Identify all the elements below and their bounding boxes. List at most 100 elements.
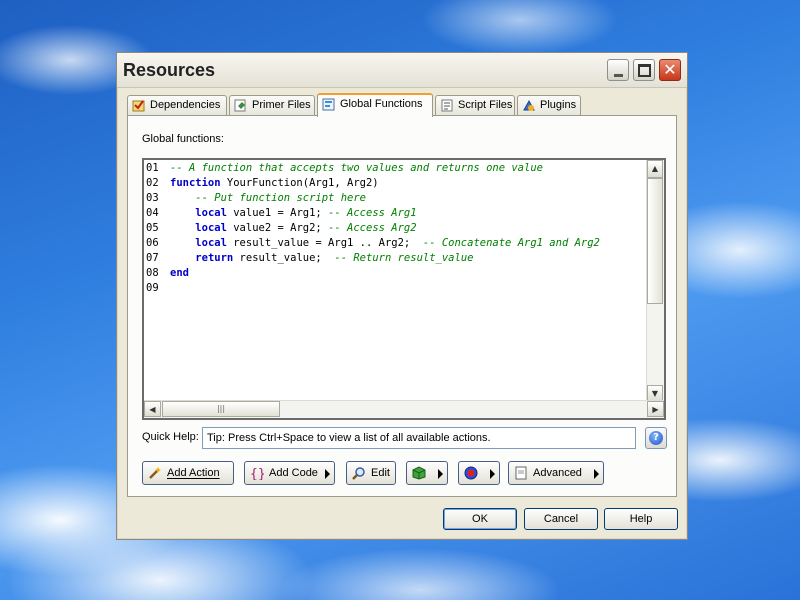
tab-label: Primer Files [252,99,311,111]
code-line: 06 local result_value = Arg1 .. Arg2; --… [146,236,642,251]
code-line: 09 [146,281,642,296]
code-line: 07 return result_value; -- Return result… [146,251,642,266]
code-line: 04 local value1 = Arg1; -- Access Arg1 [146,206,642,221]
global-functions-icon [322,98,335,111]
code-keyword: local [195,237,227,249]
line-number: 02 [146,177,159,189]
vertical-scrollbar[interactable]: ▲ ▼ [646,160,664,402]
tab-dependencies[interactable]: Dependencies [127,95,227,115]
quick-help-button[interactable]: ? [645,427,667,449]
arrow-up-icon: ▲ [651,164,659,173]
code-comment: -- Access Arg1 [328,207,417,219]
tab-primer-files[interactable]: Primer Files [229,95,315,115]
horizontal-scroll-thumb[interactable]: ||| [162,401,280,417]
code-comment: -- Concatenate Arg1 and Arg2 [422,237,600,249]
code-comment: -- Access Arg2 [328,222,417,234]
record-menu-button[interactable] [458,461,500,485]
tab-label: Script Files [458,99,513,111]
green-book-icon [412,466,426,480]
dropdown-arrow-icon [594,469,599,479]
plugins-icon [523,99,535,111]
quick-help-field: Tip: Press Ctrl+Space to view a list of … [202,427,636,449]
dropdown-arrow-icon [438,469,443,479]
code-line: 08 end [146,266,642,281]
ok-button[interactable]: OK [443,508,517,530]
magic-wand-icon [149,467,161,479]
edit-label: Edit [371,467,390,479]
document-icon [515,466,527,480]
code-comment: -- Return result_value [334,252,474,264]
line-number: 04 [146,207,159,219]
arrow-right-icon: ▶ [652,405,659,414]
code-comment: -- A function that accepts two values an… [170,162,543,174]
scroll-up-button[interactable]: ▲ [647,160,663,178]
resources-window: Resources ✕ Dependencies Primer Files Gl… [116,52,688,540]
edit-button[interactable]: Edit [346,461,396,485]
code-line: 01 -- A function that accepts two values … [146,161,642,176]
close-icon: ✕ [663,60,677,79]
line-number: 08 [146,267,159,279]
line-number: 09 [146,282,159,294]
line-number: 03 [146,192,159,204]
line-number: 05 [146,222,159,234]
advanced-button[interactable]: Advanced [508,461,604,485]
tab-label: Global Functions [340,98,423,110]
tab-global-functions[interactable]: Global Functions [317,93,433,117]
code-line: 03 -- Put function script here [146,191,642,206]
line-number: 06 [146,237,159,249]
scroll-right-button[interactable]: ▶ [647,401,664,417]
tab-label: Plugins [540,99,577,111]
code-text-area[interactable]: 01 -- A function that accepts two values … [146,161,642,401]
code-keyword: function [170,177,221,189]
arrow-down-icon: ▼ [651,389,659,398]
cancel-button[interactable]: Cancel [524,508,598,530]
help-button[interactable]: Help [604,508,678,530]
code-line: 05 local value2 = Arg2; -- Access Arg2 [146,221,642,236]
grip-icon: ||| [216,404,226,413]
code-keyword: local [195,207,227,219]
svg-text:{}: {} [250,467,264,480]
line-number: 01 [146,162,159,174]
primer-files-icon [234,99,246,112]
record-icon [464,466,478,480]
code-line: 02 function YourFunction(Arg1, Arg2) [146,176,642,191]
script-files-icon [441,99,453,112]
code-text: result_value; [233,252,335,264]
window-title: Resources [123,60,216,80]
help-question-icon: ? [649,431,663,445]
advanced-label: Advanced [533,467,582,479]
dependencies-icon [132,100,145,112]
minimize-button[interactable] [607,59,629,81]
code-comment: -- Put function script here [195,192,366,204]
code-text: YourFunction(Arg1, Arg2) [220,177,379,189]
quick-help-label: Quick Help: [142,431,199,443]
tab-script-files[interactable]: Script Files [435,95,515,115]
code-editor[interactable]: 01 -- A function that accepts two values … [142,158,666,420]
tab-plugins[interactable]: Plugins [517,95,581,115]
add-action-label: Add Action [167,467,220,479]
close-button[interactable]: ✕ [659,59,681,81]
code-text: result_value = Arg1 .. Arg2; [226,237,423,249]
global-functions-label: Global functions: [142,133,224,145]
arrow-left-icon: ◀ [149,405,156,414]
scroll-left-button[interactable]: ◀ [144,401,161,417]
title-bar[interactable]: Resources ✕ [117,53,687,88]
vertical-scroll-thumb[interactable] [647,178,663,304]
tab-label: Dependencies [150,99,221,111]
code-text: value1 = Arg1; [226,207,329,219]
add-action-button[interactable]: Add Action [142,461,234,485]
book-menu-button[interactable] [406,461,448,485]
dropdown-arrow-icon [325,469,330,479]
add-code-label: Add Code [269,467,318,479]
add-code-button[interactable]: {} Add Code [244,461,335,485]
line-number: 07 [146,252,159,264]
code-keyword: return [195,252,234,264]
magnifier-icon [352,467,365,480]
code-keyword: local [195,222,227,234]
maximize-button[interactable] [633,59,655,81]
horizontal-scrollbar[interactable]: ◀ ||| ▶ [144,400,664,418]
